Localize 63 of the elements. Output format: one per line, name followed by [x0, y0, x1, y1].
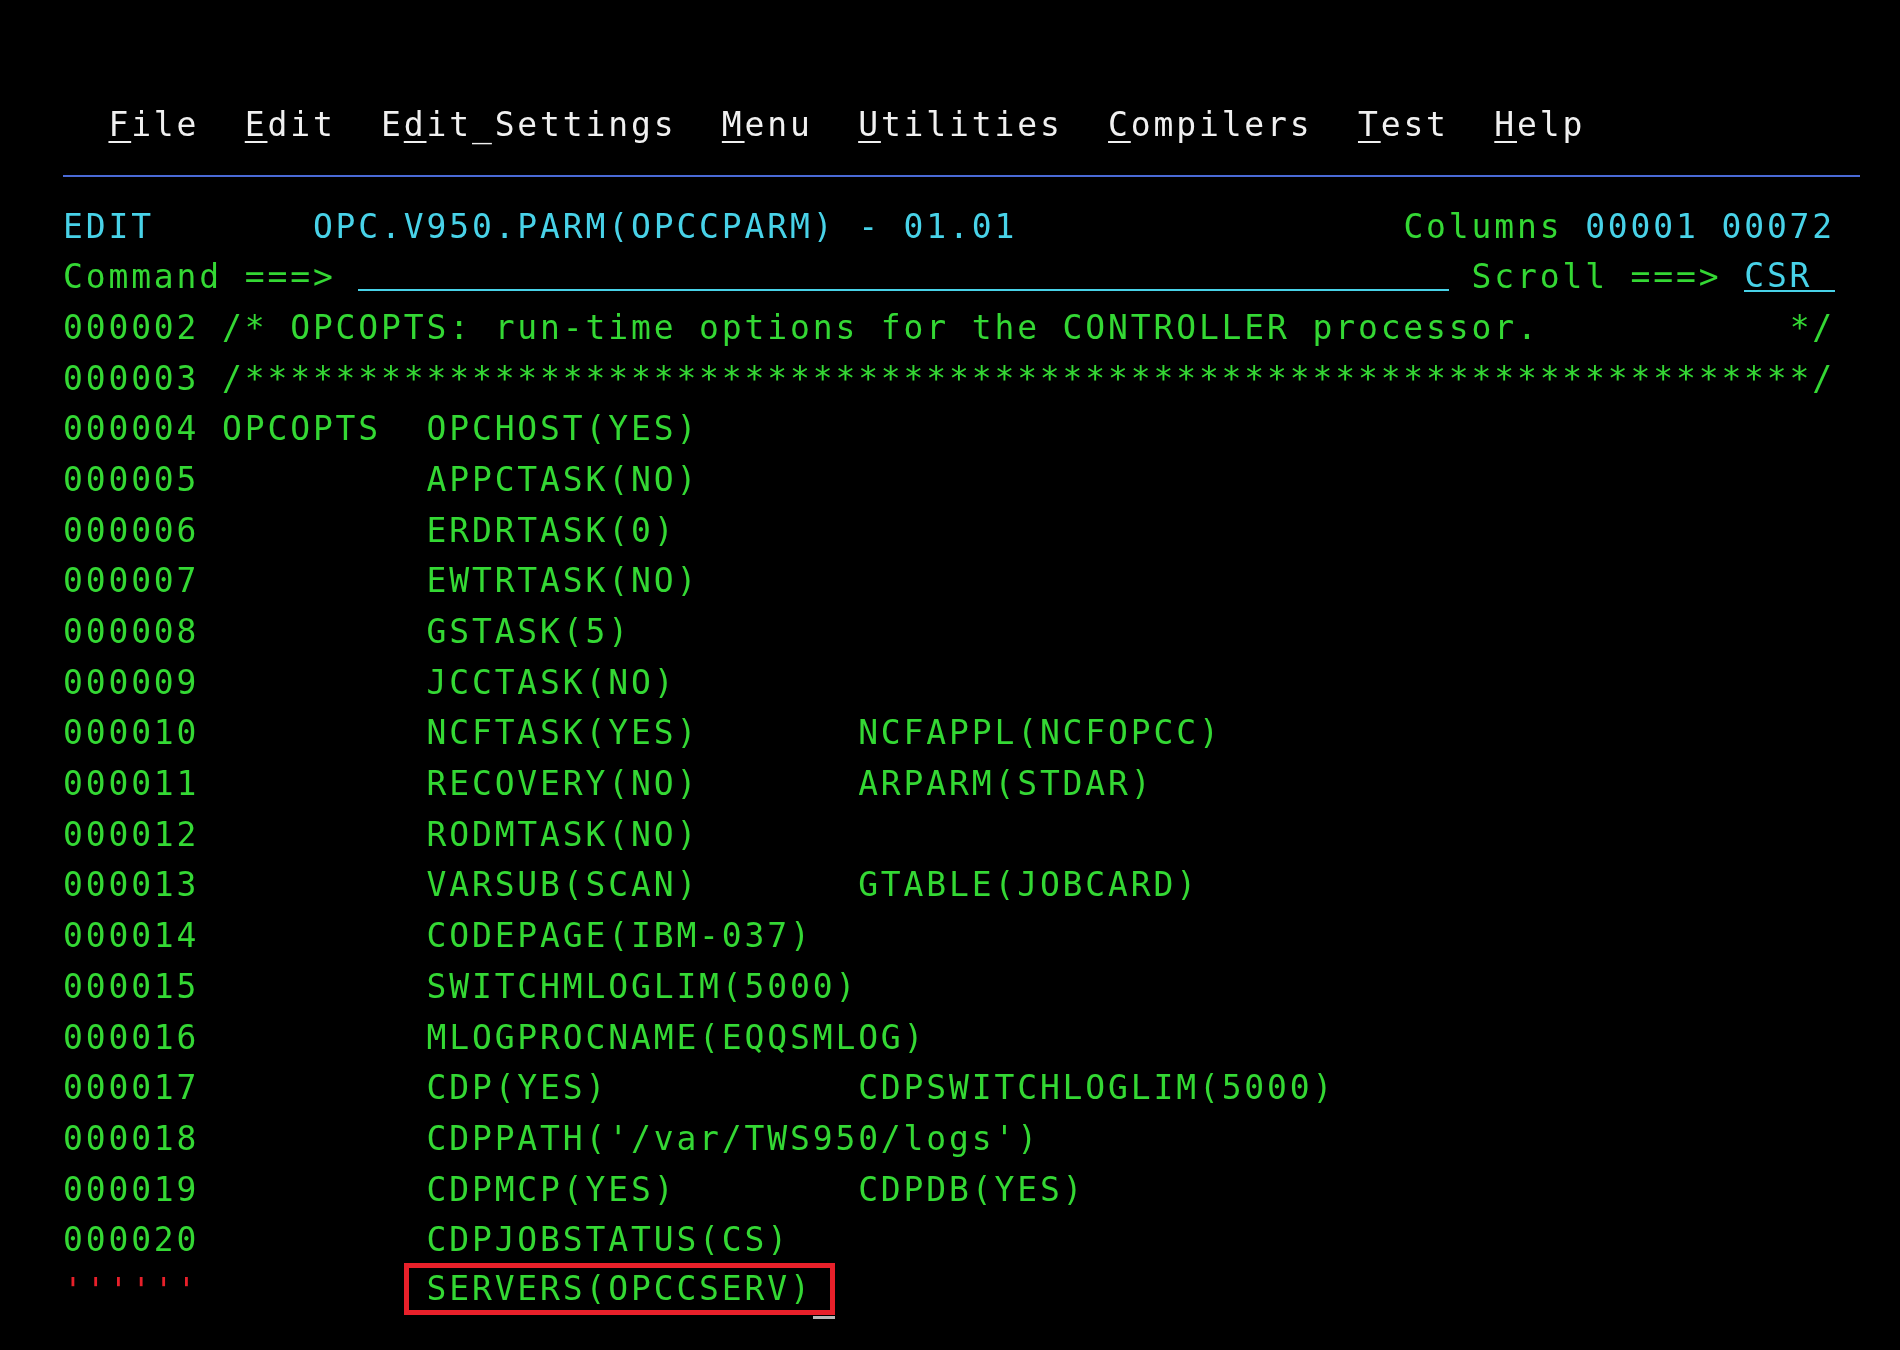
- line-number: 000010: [63, 716, 200, 750]
- line-number: 000002: [63, 310, 200, 344]
- line-number: 000003: [63, 361, 200, 395]
- menu-item[interactable]: Help: [1494, 104, 1586, 144]
- line-number: 000020: [63, 1223, 200, 1257]
- line-number: '''''': [63, 1273, 200, 1307]
- menu-item[interactable]: Test: [1357, 104, 1449, 144]
- column-number: 00001: [1585, 209, 1699, 243]
- parameter-text: ERDRTASK(0): [426, 513, 677, 547]
- menu-item[interactable]: Compilers: [1108, 104, 1313, 144]
- menu-item[interactable]: Edit: [244, 104, 336, 144]
- comment-text: /* OPCOPTS: run-time options for the CONTROLLER processor.: [222, 310, 1540, 344]
- parameter-text: CDPSWITCHLOGLIM(5000): [858, 1071, 1336, 1105]
- parameter-text: APPCTASK(NO): [426, 462, 700, 496]
- parameter-text: CDPMCP(YES): [426, 1172, 677, 1206]
- line-number: 000013: [63, 868, 200, 902]
- menu-item[interactable]: Edit_Settings: [381, 104, 677, 144]
- line-number: 000014: [63, 919, 200, 953]
- dataset-name: OPC.V950.PARM(OPCCPARM) - 01.01: [312, 209, 1018, 243]
- parameter-text: CDPDB(YES): [858, 1172, 1086, 1206]
- parameter-text: CDP(YES): [426, 1071, 609, 1105]
- parameter-text: SWITCHMLOGLIM(5000): [426, 969, 859, 1003]
- parameter-text: RODMTASK(NO): [426, 817, 700, 851]
- parameter-text: CDPPATH('/var/TWS950/logs'): [426, 1121, 1040, 1155]
- parameter-text: NCFAPPL(NCFOPCC): [858, 716, 1222, 750]
- parameter-text: ARPARM(STDAR): [858, 767, 1154, 801]
- parameter-text: EWTRTASK(NO): [426, 564, 700, 598]
- parameter-text: CDPJOBSTATUS(CS): [426, 1223, 790, 1257]
- line-number: 000009: [63, 665, 200, 699]
- columns-label: Columns: [1403, 209, 1563, 243]
- line-number: 000011: [63, 767, 200, 801]
- menu-item[interactable]: Menu: [721, 104, 813, 144]
- parameter-text: GSTASK(5): [426, 615, 631, 649]
- parameter-text: VARSUB(SCAN): [426, 868, 700, 902]
- line-number: 000012: [63, 817, 200, 851]
- parameter-text: JCCTASK(NO): [426, 665, 677, 699]
- comment-text: /*********************************************************************/: [222, 361, 1835, 395]
- parameter-text: RECOVERY(NO): [426, 767, 700, 801]
- line-number: 000008: [63, 615, 200, 649]
- edit-mode-label: EDIT: [63, 209, 154, 243]
- command-label: Command ===>: [63, 260, 336, 294]
- line-number: 000019: [63, 1172, 200, 1206]
- line-number: 000005: [63, 462, 200, 496]
- scroll-field[interactable]: CSR: [1744, 261, 1836, 292]
- line-number: 000006: [63, 513, 200, 547]
- line-number: 000018: [63, 1121, 200, 1155]
- line-number: 000017: [63, 1071, 200, 1105]
- line-number: 000007: [63, 564, 200, 598]
- line-number: 000004: [63, 412, 200, 446]
- parameter-text: GTABLE(JOBCARD): [858, 868, 1199, 902]
- line-number: 000015: [63, 969, 200, 1003]
- scroll-label: Scroll ===>: [1471, 260, 1722, 294]
- parameter-text: MLOGPROCNAME(EQQSMLOG): [426, 1020, 927, 1054]
- parameter-text: SERVERS(OPCCSERV): [426, 1272, 813, 1306]
- parameter-text: CODEPAGE(IBM-037): [426, 919, 813, 953]
- parameter-text: OPCHOST(YES): [426, 412, 700, 446]
- comment-text: */: [1789, 310, 1836, 344]
- menu-item[interactable]: File: [108, 104, 200, 144]
- statement-keyword: OPCOPTS: [222, 412, 382, 446]
- menu-item[interactable]: Utilities: [858, 104, 1063, 144]
- column-number: 00072: [1721, 209, 1836, 243]
- parameter-text: NCFTASK(YES): [426, 716, 700, 750]
- line-number: 000016: [63, 1020, 200, 1054]
